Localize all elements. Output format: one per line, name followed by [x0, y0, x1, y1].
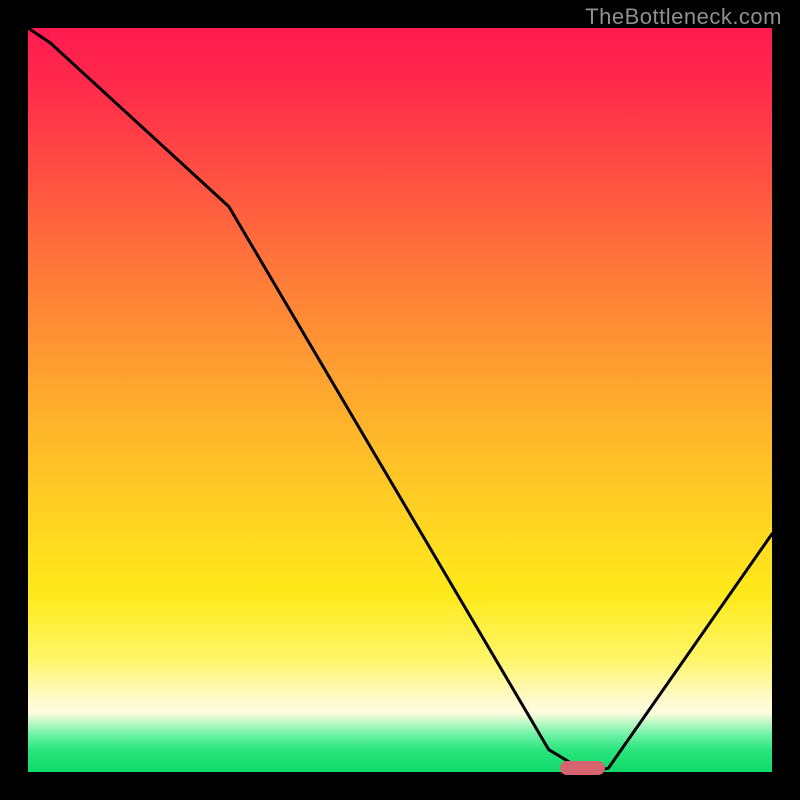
optimal-marker — [560, 761, 605, 775]
chart-frame: TheBottleneck.com — [0, 0, 800, 800]
watermark-text: TheBottleneck.com — [585, 4, 782, 30]
bottleneck-curve — [28, 28, 772, 772]
curve-path — [28, 28, 772, 772]
plot-area — [28, 28, 772, 772]
